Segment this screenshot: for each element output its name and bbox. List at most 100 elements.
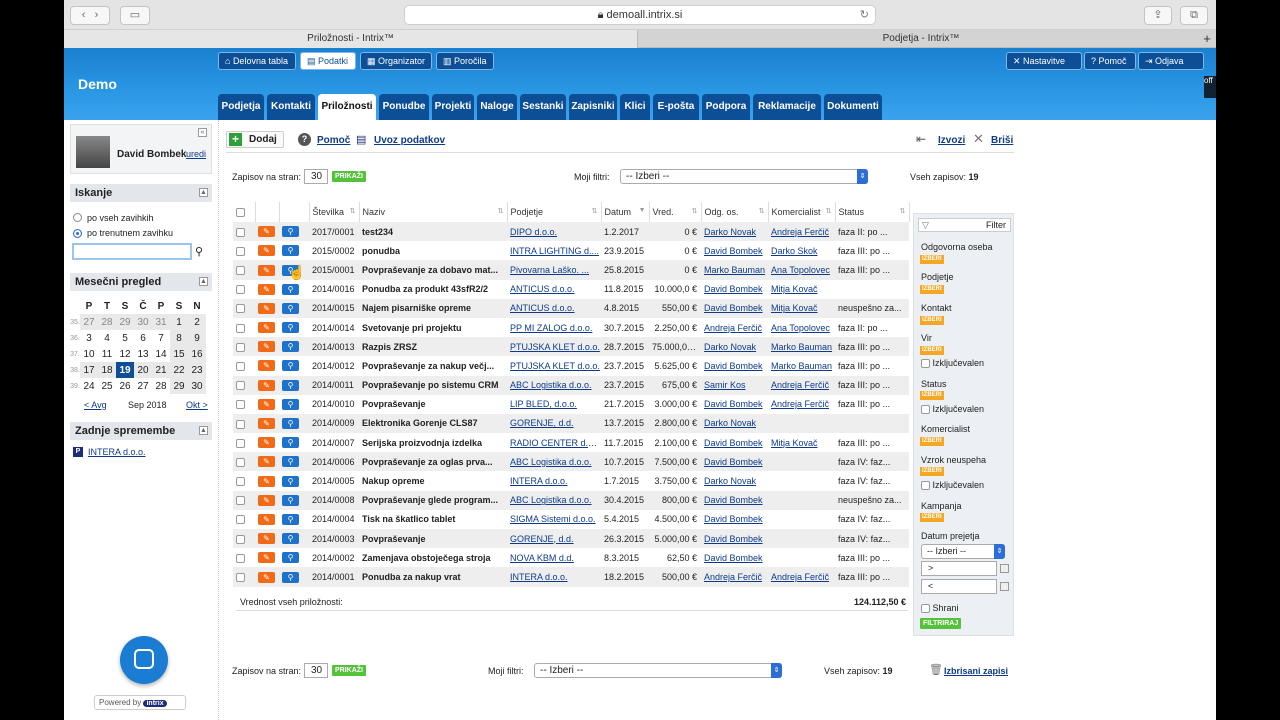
calendar-icon[interactable] bbox=[1000, 582, 1009, 591]
nav-delovna-tabla[interactable]: ⌂ Delovna tabla bbox=[218, 52, 296, 70]
cell-link[interactable]: PTUJSKA KLET d.o.o. bbox=[510, 342, 600, 352]
tab-ponudbe[interactable]: Ponudbe bbox=[379, 94, 429, 120]
search-input[interactable] bbox=[72, 243, 192, 260]
cal-day[interactable]: 30 bbox=[188, 378, 206, 394]
date-from-input[interactable]: > bbox=[921, 561, 997, 576]
cal-day[interactable]: 27 bbox=[80, 314, 98, 330]
edit-icon[interactable]: ✎ bbox=[258, 226, 275, 238]
choose-button[interactable]: IZBERI bbox=[920, 346, 944, 355]
cell-link[interactable]: Marko Bauman bbox=[771, 361, 832, 371]
table-row[interactable]: ✎ ⚲ 2014/0005 Nakup opreme INTERA d.o.o. 1.7.… bbox=[233, 471, 909, 490]
cal-day[interactable]: 9 bbox=[188, 330, 206, 346]
export-link[interactable]: Izvozi bbox=[938, 135, 965, 146]
collapse-icon[interactable]: ▲ bbox=[199, 426, 208, 435]
cell-link[interactable]: Darko Skok bbox=[771, 246, 818, 256]
cal-day[interactable]: 28 bbox=[152, 378, 170, 394]
view-icon[interactable]: ⚲ bbox=[282, 398, 299, 410]
view-icon[interactable]: ⚲ bbox=[282, 456, 299, 468]
choose-button[interactable]: IZBERI bbox=[920, 316, 944, 325]
choose-button[interactable]: IZBERI bbox=[920, 513, 944, 522]
cal-day[interactable]: 27 bbox=[134, 378, 152, 394]
collapse-icon[interactable]: ▲ bbox=[199, 188, 208, 197]
new-tab-icon[interactable]: + bbox=[1198, 30, 1216, 48]
cal-day[interactable]: 12 bbox=[116, 346, 134, 362]
url-bar[interactable]: 🔒︎ demoall.intrix.si ↻ bbox=[404, 5, 876, 25]
cell-link[interactable]: Darko Novak bbox=[704, 418, 756, 428]
edit-icon[interactable]: ✎ bbox=[258, 494, 275, 506]
table-row[interactable]: ✎ ⚲ 2014/0013 Razpis ZRSZ PTUJSKA KLET d.o.o… bbox=[233, 337, 909, 357]
cell-link[interactable]: Mitja Kovač bbox=[771, 438, 818, 448]
cell-link[interactable]: NOVA KBM d.d. bbox=[510, 553, 574, 563]
cell-link[interactable]: Ana Topolovec bbox=[771, 323, 830, 333]
nav-porocila[interactable]: ▥ Poročila bbox=[436, 52, 494, 70]
tab-klici[interactable]: Klici bbox=[620, 94, 650, 120]
row-checkbox[interactable] bbox=[236, 361, 245, 371]
collapse-icon[interactable]: ▲ bbox=[199, 277, 208, 286]
row-checkbox[interactable] bbox=[236, 457, 245, 467]
delete-link[interactable]: Briši bbox=[991, 135, 1013, 146]
edit-icon[interactable]: ✎ bbox=[258, 456, 275, 468]
edit-icon[interactable]: ✎ bbox=[258, 264, 275, 276]
edit-icon[interactable]: ✎ bbox=[258, 552, 275, 564]
search-radio-all[interactable] bbox=[73, 213, 82, 222]
cell-link[interactable]: PP MI ZALOG d.o.o. bbox=[510, 323, 592, 333]
view-icon[interactable]: ⚲ bbox=[282, 245, 299, 257]
cell-link[interactable]: David Bombek bbox=[704, 534, 763, 544]
edit-icon[interactable]: ✎ bbox=[258, 418, 275, 430]
cal-day[interactable]: 25 bbox=[98, 378, 116, 394]
cell-link[interactable]: Marko Bauman bbox=[704, 265, 765, 275]
cell-link[interactable]: RADIO CENTER d.o.o. bbox=[510, 438, 601, 448]
cal-day[interactable]: 18 bbox=[98, 362, 116, 378]
tab-reklamacije[interactable]: Reklamacije bbox=[753, 94, 821, 120]
cal-day[interactable]: 1 bbox=[170, 314, 188, 330]
show-button[interactable]: PRIKAŽI bbox=[332, 665, 366, 676]
cell-link[interactable]: Pivovarna Laško. ... bbox=[510, 265, 589, 275]
per-page-input[interactable]: 30 bbox=[304, 663, 328, 678]
cell-link[interactable]: ABC Logistika d.o.o. bbox=[510, 495, 592, 505]
calendar-icon[interactable] bbox=[1000, 564, 1009, 573]
nav-nastavitve[interactable]: ✕ Nastavitve bbox=[1006, 52, 1082, 70]
cal-day[interactable]: 14 bbox=[152, 346, 170, 362]
save-checkbox[interactable]: Shrani bbox=[921, 603, 959, 614]
filters-select[interactable]: -- Izberi -- ⇕ bbox=[620, 169, 868, 184]
choose-button[interactable]: IZBERI bbox=[920, 437, 944, 446]
row-checkbox[interactable] bbox=[236, 400, 245, 410]
tab-podjetja[interactable]: Podjetja bbox=[218, 94, 264, 120]
choose-button[interactable]: IZBERI bbox=[920, 467, 944, 476]
search-icon[interactable]: ⚲ bbox=[195, 245, 203, 258]
cal-day[interactable]: 23 bbox=[188, 362, 206, 378]
choose-button[interactable]: IZBERI bbox=[920, 255, 944, 264]
tab-podpora[interactable]: Podpora bbox=[702, 94, 750, 120]
cal-day[interactable]: 4 bbox=[98, 330, 116, 346]
sort-icon[interactable]: ⇅ bbox=[498, 207, 504, 215]
tabs-overview-icon[interactable]: ⧉ bbox=[1180, 6, 1208, 25]
view-icon[interactable]: ⚲ bbox=[282, 283, 299, 295]
choose-button[interactable]: IZBERI bbox=[920, 391, 944, 400]
cal-day[interactable]: 29 bbox=[170, 378, 188, 394]
edit-icon[interactable]: ✎ bbox=[258, 533, 275, 545]
edit-icon[interactable]: ✎ bbox=[258, 437, 275, 449]
table-row[interactable]: ✎ ⚲ 2014/0015 Najem pisarniške opreme ANTICU… bbox=[233, 298, 909, 318]
view-icon[interactable]: ⚲ bbox=[282, 379, 299, 391]
table-row[interactable]: ✎ ⚲ 2014/0006 Povpraševanje za oglas prva..… bbox=[233, 452, 909, 472]
cell-link[interactable]: Andreja Ferčič bbox=[771, 227, 829, 237]
edit-icon[interactable]: ✎ bbox=[258, 571, 275, 583]
sort-icon[interactable]: ⇅ bbox=[592, 207, 598, 215]
view-icon[interactable]: ⚲ bbox=[282, 341, 299, 353]
table-row[interactable]: ✎ ⚲ 2015/0002 ponudba INTRA LIGHTING d.... 23… bbox=[233, 241, 909, 260]
cell-link[interactable]: INTERA d.o.o. bbox=[510, 476, 568, 486]
row-checkbox[interactable] bbox=[236, 553, 245, 563]
row-checkbox[interactable] bbox=[236, 419, 245, 429]
row-checkbox[interactable] bbox=[236, 266, 245, 276]
column-header[interactable]: Komercialist ⇅ bbox=[768, 202, 836, 222]
tab-sestanki[interactable]: Sestanki bbox=[520, 94, 566, 120]
table-row[interactable]: ✎ ⚲ 2014/0014 Svetovanje pri projektu PP MI … bbox=[233, 318, 909, 337]
row-checkbox[interactable] bbox=[236, 438, 245, 448]
row-checkbox[interactable] bbox=[236, 304, 245, 314]
edit-icon[interactable]: ✎ bbox=[258, 513, 275, 525]
cell-link[interactable]: David Bombek bbox=[704, 284, 763, 294]
view-icon[interactable]: ⚲ bbox=[282, 302, 299, 314]
row-checkbox[interactable] bbox=[236, 496, 245, 506]
cal-day[interactable]: 7 bbox=[152, 330, 170, 346]
edit-icon[interactable]: ✎ bbox=[258, 283, 275, 295]
